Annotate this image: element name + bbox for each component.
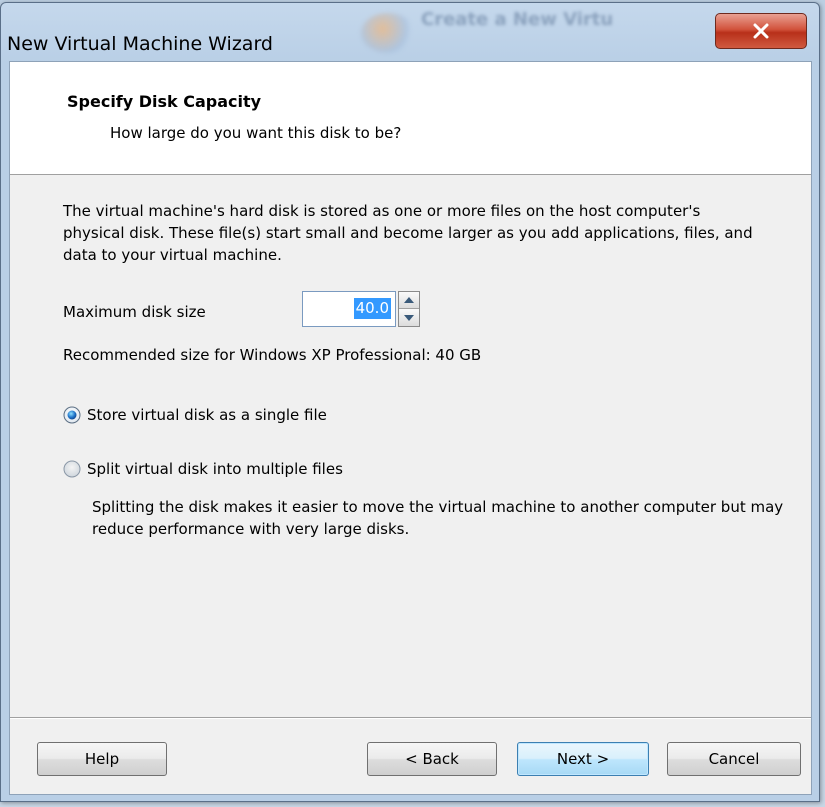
disk-size-spinner[interactable]: 40.0	[302, 291, 422, 327]
radio-split-files[interactable]: Split virtual disk into multiple files	[63, 460, 343, 478]
disk-description: The virtual machine's hard disk is store…	[63, 202, 753, 264]
radio-selected-icon[interactable]	[63, 406, 81, 424]
spin-down-button[interactable]	[399, 309, 419, 326]
page-title: Specify Disk Capacity	[67, 92, 262, 111]
radio-single-file[interactable]: Store virtual disk as a single file	[63, 406, 327, 424]
recommended-size-text: Recommended size for Windows XP Professi…	[63, 346, 482, 364]
background-window-icon	[361, 13, 415, 53]
cancel-button[interactable]: Cancel	[667, 742, 801, 776]
close-icon	[753, 23, 769, 39]
radio-unselected-icon[interactable]	[63, 460, 81, 478]
back-button[interactable]: < Back	[367, 742, 497, 776]
radio-single-file-label: Store virtual disk as a single file	[87, 406, 327, 424]
page-subtitle: How large do you want this disk to be?	[110, 124, 402, 142]
next-button[interactable]: Next >	[517, 742, 649, 776]
wizard-header: Specify Disk Capacity How large do you w…	[10, 62, 811, 175]
disk-size-value: 40.0	[353, 298, 391, 319]
disk-size-input[interactable]: 40.0	[302, 291, 396, 327]
footer-divider	[10, 717, 811, 719]
max-disk-size-label: Maximum disk size	[63, 303, 206, 321]
wizard-content: Specify Disk Capacity How large do you w…	[9, 61, 812, 795]
arrow-up-icon	[404, 297, 414, 303]
help-button[interactable]: Help	[37, 742, 167, 776]
radio-split-files-label: Split virtual disk into multiple files	[87, 460, 343, 478]
window-title: New Virtual Machine Wizard	[7, 33, 273, 55]
spinner-buttons	[398, 291, 420, 327]
background-window-title: Create a New Virtu	[421, 9, 614, 30]
wizard-window: Create a New Virtu New Virtual Machine W…	[0, 2, 820, 802]
close-button[interactable]	[715, 13, 807, 49]
arrow-down-icon	[404, 314, 414, 321]
spin-up-button[interactable]	[399, 292, 419, 309]
split-description: Splitting the disk makes it easier to mo…	[92, 498, 784, 538]
